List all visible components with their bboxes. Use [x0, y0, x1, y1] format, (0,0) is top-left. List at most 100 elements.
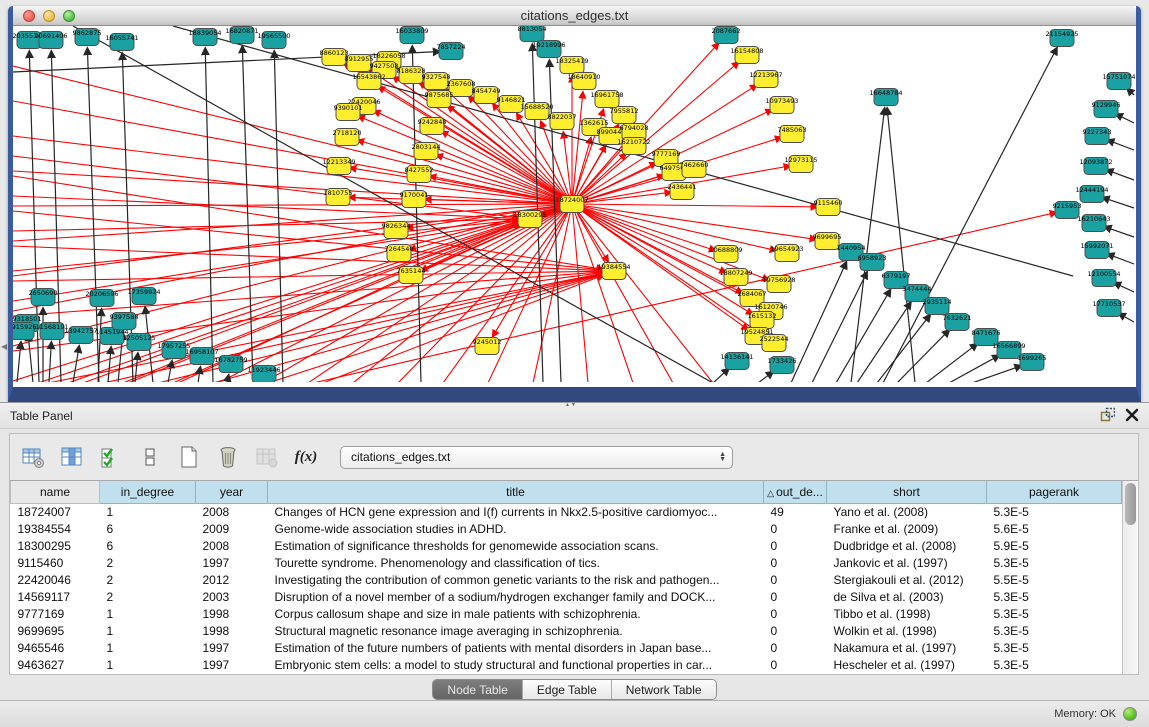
collapse-left-arrow-icon[interactable]: ◀ [1, 342, 7, 351]
graph-edge[interactable] [926, 344, 977, 382]
table-cell: 9699695 [11, 623, 100, 640]
table-cell: Embryonic stem cells: a model to study s… [268, 657, 764, 674]
table-cell: 5.9E-5 [987, 537, 1122, 554]
table-row[interactable]: 1830029562008Estimation of significance … [11, 537, 1122, 554]
graph-edge[interactable] [13, 246, 603, 271]
graph-node-label: 2522544 [760, 335, 789, 343]
graph-edge[interactable] [1107, 254, 1134, 264]
table-cell: 5.5E-5 [987, 571, 1122, 588]
import-table-icon[interactable] [254, 444, 280, 470]
table-selector-combobox[interactable]: citations_edges.txt ▲▼ [340, 446, 733, 469]
select-columns-icon[interactable] [98, 444, 124, 470]
graph-edge[interactable] [758, 372, 773, 382]
new-column-icon[interactable] [176, 444, 202, 470]
graph-edge[interactable] [198, 367, 200, 382]
tab-node-table[interactable]: Node Table [433, 680, 523, 699]
graph-node-label: 8813054 [518, 26, 547, 33]
graph-edge[interactable] [883, 48, 1057, 382]
graph-node-label: 9318501 [13, 315, 41, 323]
graph-edge[interactable] [49, 342, 51, 382]
graph-edge[interactable] [13, 204, 572, 206]
network-canvas[interactable]: 1872400718300295193845548860123891295518… [13, 26, 1136, 382]
graph-edge[interactable] [572, 204, 816, 239]
column-header-title[interactable]: title [268, 481, 764, 503]
column-header-pagerank[interactable]: pagerank [987, 481, 1122, 503]
table-scrollbar-thumb[interactable] [1125, 483, 1136, 525]
tab-network-table[interactable]: Network Table [612, 680, 716, 699]
graph-edge[interactable] [108, 347, 111, 382]
table-row[interactable]: 911546021997Tourette syndrome. Phenomeno… [11, 554, 1122, 571]
graph-edge[interactable] [1116, 114, 1134, 123]
table-row[interactable]: 1872400712008Changes of HCN gene express… [11, 503, 1122, 520]
graph-edge[interactable] [877, 315, 930, 382]
graph-node-label: 2087662 [712, 27, 741, 35]
function-builder-icon[interactable]: f(x) [293, 444, 319, 470]
table-scrollbar[interactable] [1122, 481, 1138, 674]
graph-edge[interactable] [812, 272, 867, 382]
column-header-year[interactable]: year [196, 481, 268, 503]
graph-edge[interactable] [857, 302, 911, 382]
table-cell: 6 [100, 520, 196, 537]
graph-edge[interactable] [572, 204, 726, 273]
table-cell: 0 [764, 588, 827, 605]
graph-node-label: 8454749 [472, 87, 501, 95]
graph-edge[interactable] [13, 219, 519, 231]
table-row[interactable]: 946554611997Estimation of the future num… [11, 640, 1122, 657]
show-columns-icon[interactable] [59, 444, 85, 470]
delete-column-icon[interactable] [215, 444, 241, 470]
graph-edge[interactable] [358, 140, 572, 204]
table-cell: 1998 [196, 606, 268, 623]
graph-edge[interactable] [572, 204, 817, 207]
table-row[interactable]: 946362711997Embryonic stem cells: a mode… [11, 657, 1122, 674]
table-cell: 5.3E-5 [987, 623, 1122, 640]
column-header-in-degree[interactable]: in_degree [100, 481, 196, 503]
graph-edge[interactable] [897, 330, 949, 382]
graph-edge[interactable] [1114, 283, 1134, 292]
row-height-icon[interactable] [137, 444, 163, 470]
graph-edge[interactable] [572, 204, 588, 382]
graph-edge[interactable] [13, 204, 572, 276]
table-cell: Hescheler et al. (1997) [827, 657, 987, 674]
graph-node-label: 16820871 [225, 27, 258, 35]
float-panel-icon[interactable] [1100, 407, 1115, 422]
splitter-handle-icon[interactable]: ▲▼ [565, 402, 577, 408]
table-cell: 5.3E-5 [987, 503, 1122, 520]
table-panel-content: f(x) citations_edges.txt ▲▼ namein_degre… [9, 433, 1139, 675]
window-titlebar[interactable]: citations_edges.txt [13, 6, 1136, 26]
graph-edge[interactable] [572, 204, 716, 251]
close-panel-icon[interactable] [1125, 408, 1139, 422]
graph-edge[interactable] [836, 290, 890, 382]
table-row[interactable]: 1456911722003Disruption of a novel membe… [11, 588, 1122, 605]
graph-edge[interactable] [972, 366, 1022, 382]
graph-edge[interactable] [103, 273, 603, 382]
graph-edge[interactable] [1106, 170, 1134, 180]
table-row[interactable]: 969969511998Structural magnetic resonanc… [11, 623, 1122, 640]
table-row[interactable]: 977716911998Corpus callosum shape and si… [11, 606, 1122, 623]
graph-node-label: 9777169 [652, 150, 681, 158]
graph-node-label: 9390101 [334, 104, 363, 112]
table-cell: 2 [100, 554, 196, 571]
graph-edge[interactable] [205, 48, 213, 382]
table-row[interactable]: 1938455462009Genome-wide association stu… [11, 520, 1122, 537]
graph-edge[interactable] [1104, 227, 1134, 237]
graph-node-label: 19654923 [770, 245, 803, 253]
graph-edge[interactable] [713, 368, 729, 382]
graph-edge[interactable] [274, 51, 283, 382]
graph-node-label: 7264540 [385, 245, 414, 253]
graph-edge[interactable] [1102, 197, 1134, 208]
table-row[interactable]: 2242004622012Investigating the contribut… [11, 571, 1122, 588]
table-cell: Stergiakouli et al. (2012) [827, 571, 987, 588]
graph-edge[interactable] [1107, 140, 1134, 150]
graph-edge[interactable] [791, 262, 846, 382]
graph-node-label: 18325419 [555, 57, 588, 65]
graph-edge[interactable] [17, 342, 21, 382]
column-header-short[interactable]: short [827, 481, 987, 503]
table-settings-icon[interactable] [20, 444, 46, 470]
tab-edge-table[interactable]: Edge Table [523, 680, 612, 699]
column-header-out-de[interactable]: △out_de... [764, 481, 827, 503]
graph-node-label: 16210722 [617, 138, 650, 146]
status-bar: Memory: OK [0, 700, 1149, 727]
column-header-name[interactable]: name [11, 481, 100, 503]
graph-edge[interactable] [887, 108, 915, 382]
table-cell: Estimation of the future numbers of pati… [268, 640, 764, 657]
